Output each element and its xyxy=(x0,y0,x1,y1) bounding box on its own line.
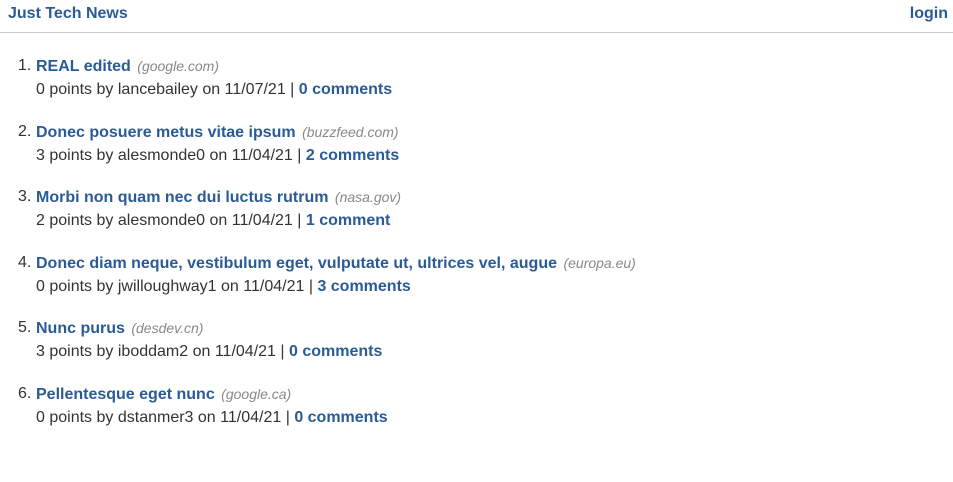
brand-link[interactable]: Just Tech News xyxy=(8,4,128,23)
post-item: 2. Donec posuere metus vitae ipsum (buzz… xyxy=(0,121,940,187)
post-date: 11/04/21 xyxy=(243,277,305,295)
post-points: 3 xyxy=(36,343,45,361)
post-item: 6. Pellentesque eget nunc (google.ca) 0 … xyxy=(0,383,940,449)
post-author: iboddam2 xyxy=(117,343,189,361)
post-points: 3 xyxy=(36,146,45,164)
post-meta: 3 points by iboddam2 on 11/04/21 | 0 com… xyxy=(36,342,382,362)
post-points: 0 xyxy=(36,81,45,98)
post-date: 11/04/21 xyxy=(231,146,293,164)
post-author: alesmonde0 xyxy=(117,146,206,164)
separator: | xyxy=(297,212,302,230)
comments-link[interactable]: 0 comments xyxy=(289,343,382,360)
post-item: 3. Morbi non quam nec dui luctus rutrum … xyxy=(0,186,940,252)
post-domain: (google.com) xyxy=(137,58,219,74)
post-points: 0 xyxy=(36,277,45,295)
comments-link[interactable]: 0 comments xyxy=(294,409,387,426)
post-item: 5. Nunc purus (desdev.cn) 3 points by ib… xyxy=(0,317,940,383)
post-title-link[interactable]: Nunc purus xyxy=(36,320,125,337)
points-by-label: points by xyxy=(49,343,114,361)
post-title-line: Morbi non quam nec dui luctus rutrum (na… xyxy=(36,187,401,208)
post-meta: 0 points by lancebailey on 11/07/21 | 0 … xyxy=(36,80,392,100)
login-link[interactable]: login xyxy=(910,4,948,23)
post-title-line: Donec posuere metus vitae ipsum (buzzfee… xyxy=(36,122,399,143)
post-meta: 0 points by dstanmer3 on 11/04/21 | 0 co… xyxy=(36,408,388,428)
post-list: 1. REAL edited (google.com) 0 points by … xyxy=(0,55,940,449)
post-domain: (nasa.gov) xyxy=(334,189,402,206)
post-author: dstanmer3 xyxy=(117,408,194,426)
post-date: 11/04/21 xyxy=(220,408,282,426)
points-by-label: points by xyxy=(49,146,114,164)
post-title-line: Nunc purus (desdev.cn) xyxy=(36,318,203,339)
post-rank: 5. xyxy=(18,319,32,337)
separator: | xyxy=(285,408,290,426)
post-points: 0 xyxy=(36,408,45,426)
post-meta: 0 points by jwilloughway1 on 11/04/21 | … xyxy=(36,277,411,297)
separator: | xyxy=(290,81,295,98)
separator: | xyxy=(308,277,313,295)
post-rank: 6. xyxy=(18,384,32,402)
post-title-line: REAL edited (google.com) xyxy=(36,56,219,77)
post-rank: 1. xyxy=(18,57,32,74)
on-label: on xyxy=(202,81,221,98)
separator: | xyxy=(280,343,285,361)
points-by-label: points by xyxy=(49,81,114,98)
on-label: on xyxy=(221,277,239,295)
post-date: 11/07/21 xyxy=(224,81,286,98)
on-label: on xyxy=(209,146,228,164)
post-rank: 3. xyxy=(18,188,32,206)
post-item: 1. REAL edited (google.com) 0 points by … xyxy=(0,55,940,121)
post-date: 11/04/21 xyxy=(231,212,293,230)
points-by-label: points by xyxy=(49,277,114,295)
post-title-line: Pellentesque eget nunc (google.ca) xyxy=(36,384,291,405)
on-label: on xyxy=(209,212,228,230)
site-header: Just Tech News login xyxy=(0,0,953,33)
post-domain: (buzzfeed.com) xyxy=(302,123,399,140)
post-rank: 2. xyxy=(18,122,32,140)
post-domain: (europa.eu) xyxy=(563,254,636,271)
post-title-link[interactable]: Donec diam neque, vestibulum eget, vulpu… xyxy=(36,255,557,272)
comments-link[interactable]: 0 comments xyxy=(299,81,392,98)
post-item: 4. Donec diam neque, vestibulum eget, vu… xyxy=(0,252,940,318)
points-by-label: points by xyxy=(49,212,114,230)
comments-link[interactable]: 3 comments xyxy=(317,278,410,295)
post-author: jwilloughway1 xyxy=(117,277,217,295)
post-title-link[interactable]: Donec posuere metus vitae ipsum xyxy=(36,124,296,141)
post-domain: (google.ca) xyxy=(221,385,292,402)
comments-link[interactable]: 1 comment xyxy=(306,212,390,229)
post-rank: 4. xyxy=(18,253,32,271)
post-date: 11/04/21 xyxy=(214,343,276,361)
post-title-link[interactable]: REAL edited xyxy=(36,58,131,75)
separator: | xyxy=(297,146,302,164)
comments-link[interactable]: 2 comments xyxy=(306,147,399,164)
on-label: on xyxy=(192,343,211,361)
post-author: lancebailey xyxy=(117,81,198,98)
post-title-link[interactable]: Pellentesque eget nunc xyxy=(36,386,215,403)
points-by-label: points by xyxy=(49,408,114,426)
post-meta: 3 points by alesmonde0 on 11/04/21 | 2 c… xyxy=(36,146,399,166)
post-domain: (desdev.cn) xyxy=(131,320,204,337)
post-author: alesmonde0 xyxy=(117,212,206,230)
post-points: 2 xyxy=(36,212,45,230)
post-title-link[interactable]: Morbi non quam nec dui luctus rutrum xyxy=(36,189,328,206)
on-label: on xyxy=(197,408,216,426)
post-title-line: Donec diam neque, vestibulum eget, vulpu… xyxy=(36,253,636,274)
post-meta: 2 points by alesmonde0 on 11/04/21 | 1 c… xyxy=(36,211,390,231)
